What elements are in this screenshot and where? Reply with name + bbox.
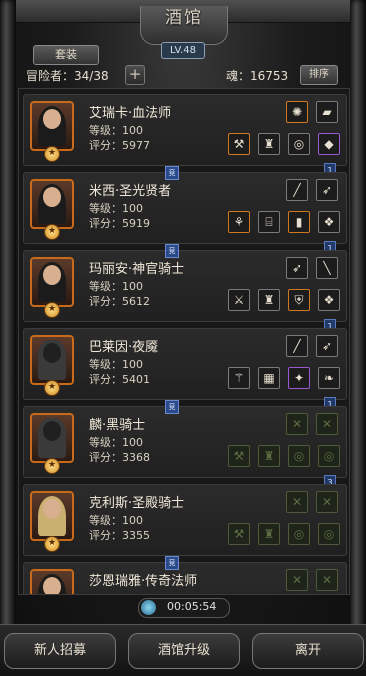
armor-icon[interactable]: ♜ xyxy=(258,133,280,155)
hero-name: 克利斯·圣殿骑士 xyxy=(89,496,185,511)
hero-score: 评分：5612 xyxy=(89,295,150,308)
star-icon: ★ xyxy=(44,302,60,318)
star-icon: ★ xyxy=(44,458,60,474)
blade-card-icon[interactable]: ▰ xyxy=(316,101,338,123)
cage-icon[interactable]: ▦ xyxy=(258,367,280,389)
hero-card[interactable]: ★ 巴莱因·夜魇 等级：100 评分：5401 ╱ ➶ ⚚ ▦ ✦ ❧ xyxy=(23,328,347,400)
hero-portrait[interactable] xyxy=(30,413,74,463)
hero-name: 米西·圣光贤者 xyxy=(89,184,172,199)
hero-score: 评分：5401 xyxy=(89,373,150,386)
book-icon[interactable]: ▮ xyxy=(288,211,310,233)
empty-weapon-icon[interactable]: ⚒ xyxy=(228,445,250,467)
ring-icon[interactable]: ◎ xyxy=(288,133,310,155)
leave-button[interactable]: 离开 xyxy=(252,633,364,669)
hero-level: 等级：100 xyxy=(89,514,143,527)
page-title: 酒馆 xyxy=(165,8,203,28)
dagger-icon[interactable]: ╱ xyxy=(286,179,308,201)
hammer-icon[interactable]: ⚒ xyxy=(228,133,250,155)
shield-icon[interactable]: ⛨ xyxy=(288,289,310,311)
title-plate: 酒馆 xyxy=(140,6,228,45)
hero-level: 等级：100 xyxy=(89,202,143,215)
hero-portrait[interactable] xyxy=(30,335,74,385)
wand-icon[interactable]: ⚚ xyxy=(228,367,250,389)
bottom-bar: 新人招募 酒馆升级 离开 xyxy=(0,624,366,676)
hero-level: 等级：100 xyxy=(89,280,143,293)
hero-card[interactable]: ★ 玛丽安·神官骑士 等级：100 评分：5612 ➶ ╲ ⚔ ♜ ⛨ ❖ xyxy=(23,250,347,322)
fire-orb-icon[interactable]: ✺ xyxy=(286,101,308,123)
hero-card[interactable]: ★ 米西·圣光贤者 等级：100 评分：5919 ╱ ➶ ⚘ ⌸ ▮ ❖ xyxy=(23,172,347,244)
upgrade-tavern-button[interactable]: 酒馆升级 xyxy=(128,633,240,669)
hero-name: 莎恩瑞雅·传奇法师 xyxy=(89,574,198,589)
hero-card[interactable]: ★ 麟·黑骑士等级：100 评分：3368 ✕ ✕ ⚒ ♜ ◎ ◎ xyxy=(23,406,347,478)
empty-ring-icon[interactable]: ◎ xyxy=(288,523,310,545)
arena-tag-icon: 竞 xyxy=(165,400,179,414)
expand-slots-button[interactable]: + xyxy=(125,65,145,85)
empty-armor-icon[interactable]: ♜ xyxy=(258,523,280,545)
blade-icon[interactable]: ✦ xyxy=(288,367,310,389)
refresh-timer: 00:05:54 xyxy=(138,598,230,618)
star-icon: ★ xyxy=(44,536,60,552)
arena-tag-icon: 竞 xyxy=(165,556,179,570)
empty-slot-icon[interactable]: ✕ xyxy=(286,491,308,513)
hero-score: 评分：3355 xyxy=(89,529,150,542)
empty-slot-icon[interactable]: ✕ xyxy=(286,569,308,591)
hero-portrait[interactable] xyxy=(30,569,74,594)
empty-ring-icon[interactable]: ◎ xyxy=(288,445,310,467)
hero-level: 等级：100 xyxy=(89,436,143,449)
hero-card[interactable]: ★ 克利斯·圣殿骑士 等级：100 评分：3355 ✕ ✕ ⚒ ♜ ◎ ◎ xyxy=(23,484,347,556)
gem-icon[interactable]: ❖ xyxy=(318,289,340,311)
right-frame-border xyxy=(350,0,366,630)
left-frame-border xyxy=(0,0,16,630)
hero-score: 评分：3368 xyxy=(89,451,150,464)
hero-name: 玛丽安·神官骑士 xyxy=(89,262,185,277)
tavern-level-badge: LV.48 xyxy=(161,42,205,59)
hero-portrait[interactable] xyxy=(30,179,74,229)
star-icon: ★ xyxy=(44,380,60,396)
empty-orb-icon[interactable]: ◎ xyxy=(318,523,340,545)
hero-level: 等级：100 xyxy=(89,358,143,371)
hero-name: 巴莱因·夜魇 xyxy=(89,340,159,355)
hero-card[interactable]: ★莎恩瑞雅·传奇法师✕✕ xyxy=(23,562,347,594)
leaf-icon[interactable]: ❧ xyxy=(318,367,340,389)
arena-tag-icon: 竞 xyxy=(165,166,179,180)
hero-portrait[interactable] xyxy=(30,101,74,151)
set-button[interactable]: 套装 xyxy=(33,45,99,65)
wing-icon[interactable]: ➶ xyxy=(316,179,338,201)
hero-portrait[interactable] xyxy=(30,257,74,307)
empty-slot-icon[interactable]: ✕ xyxy=(316,413,338,435)
sword-icon[interactable]: ╲ xyxy=(316,257,338,279)
wing-icon[interactable]: ➶ xyxy=(316,335,338,357)
star-icon: ★ xyxy=(44,224,60,240)
hero-list[interactable]: ★ 艾瑞卡·血法师 等级：100 评分：5977 ✺ ▰ ⚒ ♜ ◎ ◆ 1 ★ 米西·圣光贤者 等级：1… xyxy=(18,88,350,595)
empty-slot-icon[interactable]: ✕ xyxy=(286,413,308,435)
staff-icon[interactable]: ╱ xyxy=(286,335,308,357)
hero-card[interactable]: ★ 艾瑞卡·血法师 等级：100 评分：5977 ✺ ▰ ⚒ ♜ ◎ ◆ xyxy=(23,94,347,166)
empty-armor-icon[interactable]: ♜ xyxy=(258,445,280,467)
timer-text: 00:05:54 xyxy=(167,600,217,613)
arena-tag-icon: 竞 xyxy=(165,244,179,258)
empty-slot-icon[interactable]: ✕ xyxy=(316,491,338,513)
adventurer-count: 冒险者：34/38 xyxy=(26,69,109,83)
hero-score: 评分：5977 xyxy=(89,139,150,152)
armor-icon[interactable]: ♜ xyxy=(258,289,280,311)
axe-icon[interactable]: ⚔ xyxy=(228,289,250,311)
feather-icon[interactable]: ➶ xyxy=(286,257,308,279)
star-icon: ★ xyxy=(44,146,60,162)
empty-slot-icon[interactable]: ✕ xyxy=(316,569,338,591)
hero-name: 艾瑞卡·血法师 xyxy=(89,106,172,121)
recruit-button[interactable]: 新人招募 xyxy=(4,633,116,669)
empty-orb-icon[interactable]: ◎ xyxy=(318,445,340,467)
clock-icon xyxy=(141,600,156,615)
shoe-icon[interactable]: ⚘ xyxy=(228,211,250,233)
hero-portrait[interactable] xyxy=(30,491,74,541)
hero-score: 评分：5919 xyxy=(89,217,150,230)
soul-counter: 魂：16753 xyxy=(226,69,289,83)
hero-name: 麟·黑骑士 xyxy=(89,418,146,433)
totem-icon[interactable]: ⌸ xyxy=(258,211,280,233)
empty-weapon-icon[interactable]: ⚒ xyxy=(228,523,250,545)
orb-icon[interactable]: ◆ xyxy=(318,133,340,155)
sort-button[interactable]: 排序 xyxy=(300,65,338,85)
gem-icon[interactable]: ❖ xyxy=(318,211,340,233)
hero-level: 等级：100 xyxy=(89,124,143,137)
